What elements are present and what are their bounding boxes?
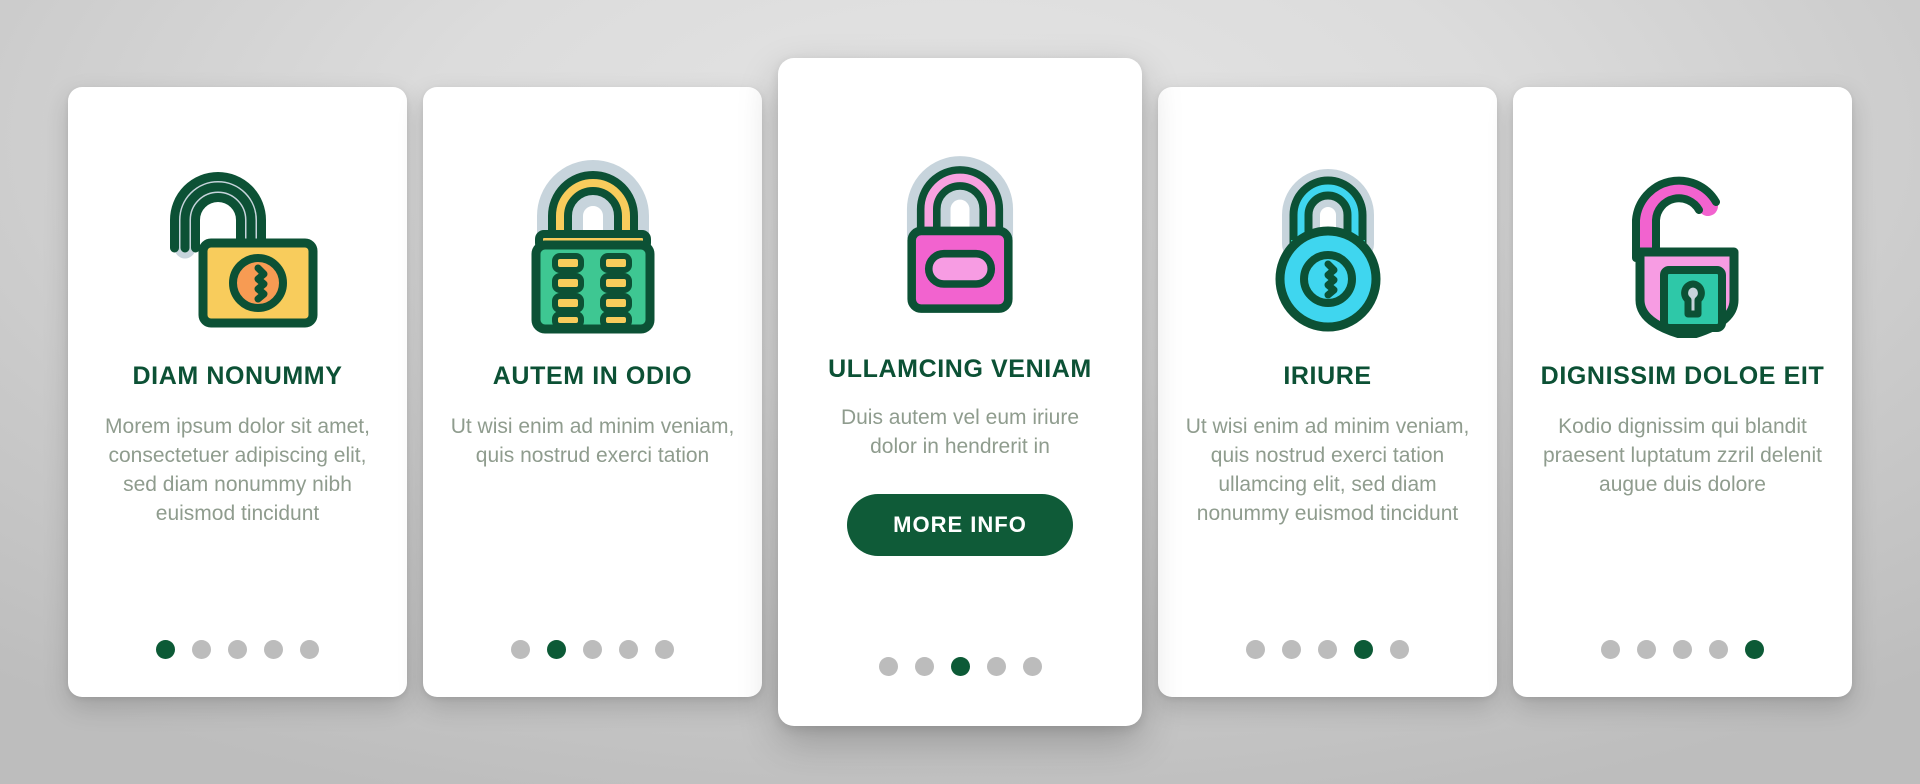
onboarding-card-2[interactable]: AUTEM IN ODIO Ut wisi enim ad minim veni… xyxy=(423,87,762,697)
pagination-dot[interactable] xyxy=(914,657,934,676)
round-padlock-cyan-icon xyxy=(1233,133,1423,353)
pagination-dots[interactable] xyxy=(423,640,762,659)
pagination-dot[interactable] xyxy=(192,640,211,659)
pagination-dots[interactable] xyxy=(778,657,1142,676)
card-title: ULLAMCING VENIAM xyxy=(828,355,1092,383)
pagination-dots[interactable] xyxy=(1158,640,1497,659)
combination-padlock-green-icon xyxy=(498,133,688,353)
closed-padlock-pink-icon xyxy=(870,114,1050,346)
pagination-dot[interactable] xyxy=(1246,640,1265,659)
pagination-dot[interactable] xyxy=(1354,640,1373,659)
card-description: Ut wisi enim ad minim veniam, quis nostr… xyxy=(450,415,735,467)
pagination-dot[interactable] xyxy=(1390,640,1409,659)
pagination-dot[interactable] xyxy=(1745,640,1764,659)
card-title: IRIURE xyxy=(1283,362,1372,390)
card-description: Kodio dignissim qui blandit praesent lup… xyxy=(1543,415,1822,496)
onboarding-cards-row: DIAM NONUMMY Morem ipsum dolor sit amet,… xyxy=(0,0,1920,784)
card-title: AUTEM IN ODIO xyxy=(492,362,693,390)
pagination-dot[interactable] xyxy=(511,640,530,659)
pagination-dot[interactable] xyxy=(1282,640,1301,659)
pagination-dot[interactable] xyxy=(547,640,566,659)
card-description: Morem ipsum dolor sit amet, consectetuer… xyxy=(105,415,370,525)
pagination-dot[interactable] xyxy=(1318,640,1337,659)
pagination-dot[interactable] xyxy=(655,640,674,659)
open-padlock-orange-icon xyxy=(143,133,333,353)
pagination-dot[interactable] xyxy=(583,640,602,659)
pagination-dot[interactable] xyxy=(950,657,970,676)
pagination-dot[interactable] xyxy=(1709,640,1728,659)
pagination-dots[interactable] xyxy=(68,640,407,659)
pagination-dot[interactable] xyxy=(156,640,175,659)
pagination-dot[interactable] xyxy=(986,657,1006,676)
pagination-dot[interactable] xyxy=(878,657,898,676)
onboarding-screens-background: DIAM NONUMMY Morem ipsum dolor sit amet,… xyxy=(0,0,1920,784)
onboarding-card-5[interactable]: DIGNISSIM DOLOE EIT Kodio dignissim qui … xyxy=(1513,87,1852,697)
pagination-dot[interactable] xyxy=(1601,640,1620,659)
unlocked-shield-padlock-pink-icon xyxy=(1588,133,1778,353)
pagination-dot[interactable] xyxy=(1637,640,1656,659)
onboarding-card-4[interactable]: IRIURE Ut wisi enim ad minim veniam, qui… xyxy=(1158,87,1497,697)
pagination-dot[interactable] xyxy=(1673,640,1692,659)
pagination-dots[interactable] xyxy=(1513,640,1852,659)
pagination-dot[interactable] xyxy=(619,640,638,659)
more-info-button[interactable]: MORE INFO xyxy=(847,493,1073,556)
card-title: DIAM NONUMMY xyxy=(132,362,343,390)
card-description: Ut wisi enim ad minim veniam, quis nostr… xyxy=(1185,415,1470,525)
card-title: DIGNISSIM DOLOE EIT xyxy=(1540,362,1825,390)
pagination-dot[interactable] xyxy=(228,640,247,659)
pagination-dot[interactable] xyxy=(300,640,319,659)
onboarding-card-3-featured[interactable]: ULLAMCING VENIAM Duis autem vel eum iriu… xyxy=(778,58,1142,726)
pagination-dot[interactable] xyxy=(264,640,283,659)
pagination-dot[interactable] xyxy=(1022,657,1042,676)
card-description: Duis autem vel eum iriure dolor in hendr… xyxy=(840,406,1080,458)
onboarding-card-1[interactable]: DIAM NONUMMY Morem ipsum dolor sit amet,… xyxy=(68,87,407,697)
